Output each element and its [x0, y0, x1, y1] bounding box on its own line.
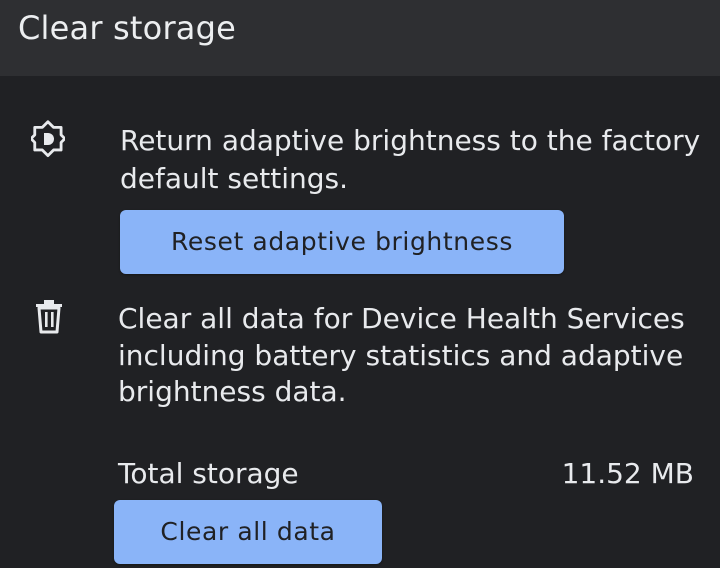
- clear-data-description-line1: Clear all data for Device Health Service…: [118, 302, 685, 335]
- app-bar: Clear storage: [0, 0, 720, 76]
- total-storage-value: 11.52 MB: [561, 457, 694, 490]
- page-title: Clear storage: [18, 9, 237, 47]
- brightness-description-line2: default settings.: [120, 162, 348, 195]
- clear-data-description-line3: brightness data.: [118, 375, 347, 408]
- clear-data-description-line2: including battery statistics and adaptiv…: [118, 339, 684, 372]
- reset-adaptive-brightness-button[interactable]: Reset adaptive brightness: [120, 210, 564, 274]
- total-storage-label: Total storage: [118, 457, 299, 490]
- brightness-auto-icon: [31, 120, 65, 158]
- trash-icon: [33, 298, 67, 336]
- clear-all-data-button[interactable]: Clear all data: [114, 500, 382, 564]
- brightness-description-line1: Return adaptive brightness to the factor…: [120, 124, 701, 157]
